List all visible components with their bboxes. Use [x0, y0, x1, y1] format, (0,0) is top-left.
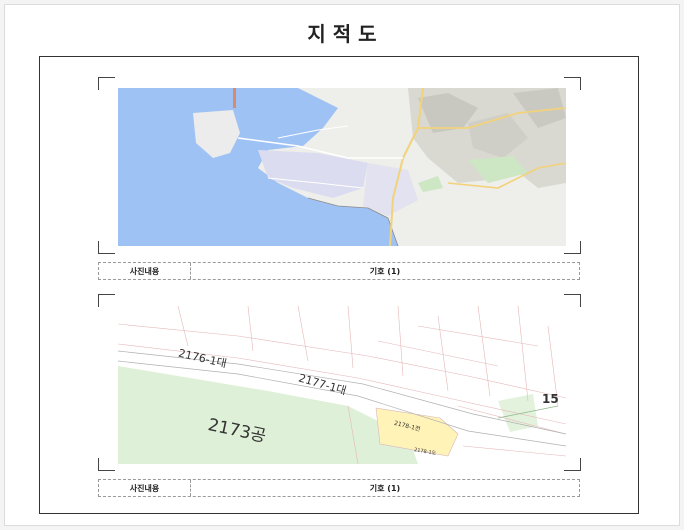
photo2-caption-label: 사진내용 — [99, 480, 191, 496]
photo1-caption-value: 기호 (1) — [369, 266, 401, 276]
crop-mark-bottom-right — [564, 241, 581, 254]
photo2-caption: 사진내용 기호 (1) — [98, 479, 580, 497]
cadastral-map-image: 2176-1대 2177-1대 2173공 2178-1전 2178-1도 15 — [118, 306, 566, 464]
terrain-map-image — [118, 88, 566, 246]
page-title: 지 적 도 — [307, 22, 377, 46]
parcel-label-15: 15 — [542, 392, 559, 406]
photo2-caption-value: 기호 (1) — [369, 483, 401, 493]
crop-mark-bottom-right-2 — [564, 458, 581, 471]
photo1-caption: 사진내용 기호 (1) — [98, 262, 580, 280]
crop-mark-bottom-left-2 — [98, 458, 115, 471]
crop-mark-top-left — [98, 77, 115, 90]
terrain-map-graphic — [118, 88, 566, 246]
crop-mark-top-right-2 — [564, 294, 581, 307]
crop-mark-top-left-2 — [98, 294, 115, 307]
crop-mark-bottom-left — [98, 241, 115, 254]
photo1-caption-label: 사진내용 — [99, 263, 191, 279]
crop-mark-top-right — [564, 77, 581, 90]
